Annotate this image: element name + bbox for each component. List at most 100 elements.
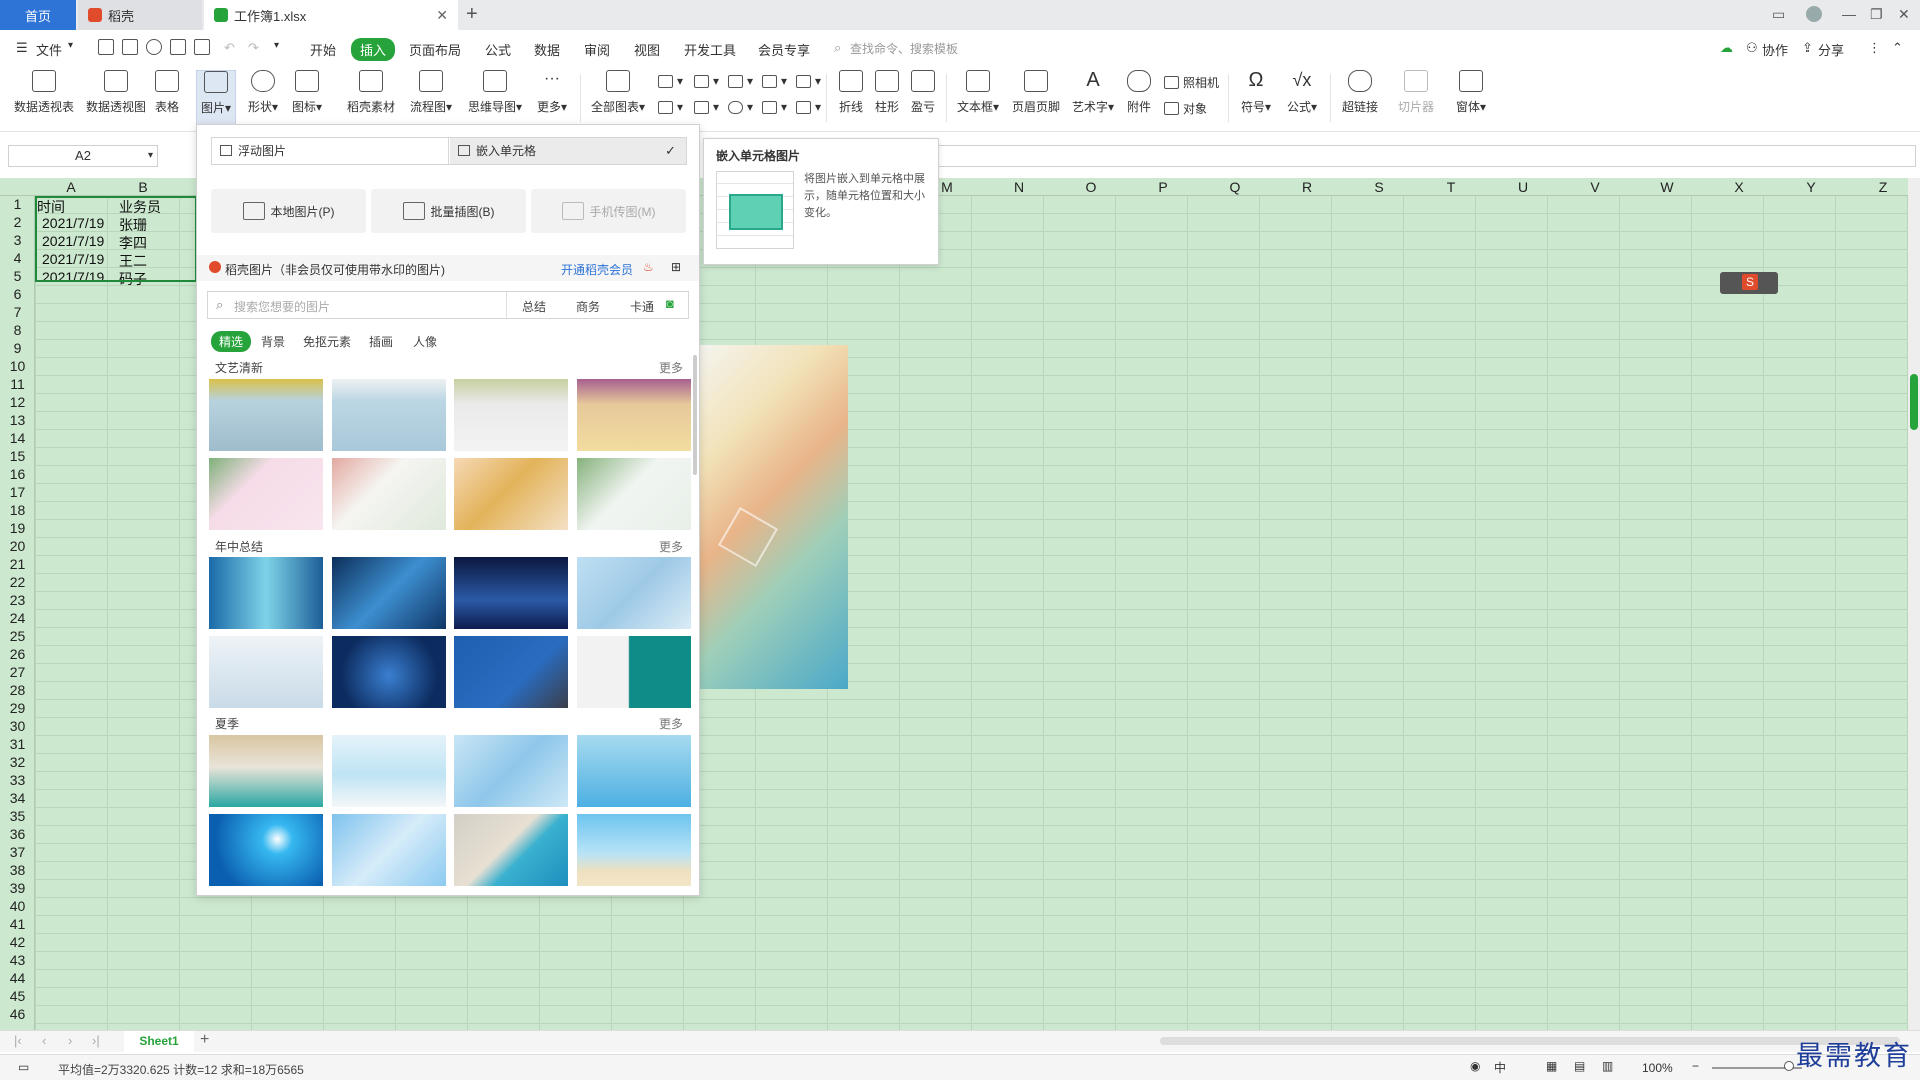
- prev-sheet-icon[interactable]: ‹: [42, 1033, 46, 1048]
- embed-cell-option[interactable]: 嵌入单元格 ✓: [450, 138, 686, 164]
- docer-material-button[interactable]: 稻壳素材: [346, 70, 396, 115]
- row-header[interactable]: 14: [0, 430, 35, 446]
- tab-workbook[interactable]: 工作簿1.xlsx ✕: [204, 0, 458, 30]
- picture-button[interactable]: 图片▾: [196, 70, 236, 126]
- form-button[interactable]: 窗体▾: [1452, 70, 1490, 115]
- row-header[interactable]: 28: [0, 682, 35, 698]
- row-header[interactable]: 20: [0, 538, 35, 554]
- row-header[interactable]: 44: [0, 970, 35, 986]
- share-button[interactable]: 分享: [1818, 40, 1844, 59]
- row-header[interactable]: 9: [0, 340, 35, 356]
- row-header[interactable]: 26: [0, 646, 35, 662]
- inserted-picture[interactable]: [700, 345, 848, 689]
- table-button[interactable]: 表格: [152, 70, 182, 115]
- row-header[interactable]: 11: [0, 376, 35, 392]
- picture-thumbnail[interactable]: [332, 636, 446, 708]
- ime-toolbar[interactable]: S: [1720, 272, 1778, 294]
- menu-home[interactable]: 开始: [310, 40, 336, 59]
- filter-portrait[interactable]: 人像: [413, 333, 437, 350]
- row-header[interactable]: 40: [0, 898, 35, 914]
- chevron-down-icon[interactable]: ▾: [148, 146, 153, 166]
- filter-cutout[interactable]: 免抠元素: [303, 333, 351, 350]
- column-header[interactable]: A: [35, 179, 107, 195]
- menu-developer[interactable]: 开发工具: [684, 40, 736, 59]
- vertical-scrollbar[interactable]: [1908, 178, 1920, 1030]
- area-chart-small-button[interactable]: ▾: [658, 100, 683, 114]
- sparkline-line-button[interactable]: 折线: [836, 70, 866, 115]
- row-header[interactable]: 3: [0, 232, 35, 248]
- scrollbar-thumb[interactable]: [1910, 374, 1918, 430]
- restore-icon[interactable]: ❐: [1870, 6, 1883, 23]
- picture-thumbnail[interactable]: [332, 458, 446, 530]
- new-file-icon[interactable]: [98, 39, 114, 55]
- save-icon[interactable]: [122, 39, 138, 55]
- line-chart-small-button[interactable]: ▾: [728, 74, 753, 88]
- mindmap-button[interactable]: 思维导图▾: [466, 70, 524, 115]
- column-header[interactable]: U: [1487, 179, 1559, 195]
- formula-button[interactable]: √x 公式▾: [1284, 70, 1320, 115]
- command-search-input[interactable]: 查找命令、搜索模板: [850, 40, 958, 57]
- next-sheet-icon[interactable]: ›: [68, 1033, 72, 1048]
- column-header[interactable]: Q: [1199, 179, 1271, 195]
- zoom-out-icon[interactable]: −: [1692, 1059, 1699, 1073]
- row-header[interactable]: 23: [0, 592, 35, 608]
- redo-icon[interactable]: ↷: [248, 40, 259, 56]
- picture-thumbnail[interactable]: [332, 557, 446, 629]
- flowchart-button[interactable]: 流程图▾: [408, 70, 454, 115]
- hamburger-icon[interactable]: ☰: [16, 40, 28, 56]
- row-header[interactable]: 27: [0, 664, 35, 680]
- stock-chart-small-button[interactable]: ▾: [796, 74, 821, 88]
- column-header[interactable]: O: [1055, 179, 1127, 195]
- picture-thumbnail[interactable]: [209, 557, 323, 629]
- picture-search-input[interactable]: 搜索您想要的图片: [234, 298, 330, 315]
- collapse-ribbon-icon[interactable]: ⌃: [1892, 40, 1903, 56]
- picture-thumbnail[interactable]: [454, 735, 568, 807]
- attachment-button[interactable]: 附件: [1124, 70, 1154, 115]
- column-header[interactable]: P: [1127, 179, 1199, 195]
- float-picture-option[interactable]: 浮动图片: [212, 138, 449, 164]
- menu-data[interactable]: 数据: [534, 40, 560, 59]
- eye-protect-icon[interactable]: ◉: [1470, 1059, 1480, 1073]
- stat-chart-small-button[interactable]: ▾: [694, 100, 719, 114]
- row-header[interactable]: 43: [0, 952, 35, 968]
- open-member-link[interactable]: 开通稻壳会员: [561, 261, 633, 278]
- search-cat-summary[interactable]: 总结: [522, 298, 546, 315]
- avatar[interactable]: [1806, 6, 1822, 22]
- collab-button[interactable]: 协作: [1762, 40, 1788, 59]
- pie-chart-small-button[interactable]: ▾: [728, 100, 753, 114]
- row-header[interactable]: 2: [0, 214, 35, 230]
- formula-input[interactable]: [938, 145, 1916, 167]
- row-header[interactable]: 37: [0, 844, 35, 860]
- row-header[interactable]: 17: [0, 484, 35, 500]
- more-options-icon[interactable]: ⋮: [1868, 40, 1881, 56]
- picture-thumbnail[interactable]: [332, 735, 446, 807]
- local-picture-button[interactable]: 本地图片(P): [211, 189, 366, 233]
- hyperlink-button[interactable]: 超链接: [1340, 70, 1380, 115]
- column-header[interactable]: T: [1415, 179, 1487, 195]
- picture-thumbnail[interactable]: [454, 636, 568, 708]
- row-header[interactable]: 22: [0, 574, 35, 590]
- grid-view-icon[interactable]: ⊞: [671, 260, 681, 274]
- row-header[interactable]: 45: [0, 988, 35, 1004]
- pivot-chart-button[interactable]: 数据透视图: [84, 70, 148, 115]
- row-header[interactable]: 24: [0, 610, 35, 626]
- row-header[interactable]: 41: [0, 916, 35, 932]
- row-header[interactable]: 38: [0, 862, 35, 878]
- column-header[interactable]: X: [1703, 179, 1775, 195]
- picture-thumbnail[interactable]: [209, 735, 323, 807]
- column-header[interactable]: Y: [1775, 179, 1847, 195]
- camera-search-icon[interactable]: ◙: [666, 296, 674, 311]
- header-footer-button[interactable]: 页眉页脚: [1010, 70, 1062, 115]
- menu-formulas[interactable]: 公式: [485, 40, 511, 59]
- picture-thumbnail[interactable]: [577, 636, 691, 708]
- format-painter-icon[interactable]: [146, 39, 162, 55]
- filter-illustration[interactable]: 插画: [369, 333, 393, 350]
- picture-thumbnail[interactable]: [577, 458, 691, 530]
- menu-insert[interactable]: 插入: [351, 38, 396, 61]
- row-header[interactable]: 18: [0, 502, 35, 518]
- picture-thumbnail[interactable]: [454, 379, 568, 451]
- sparkline-winloss-button[interactable]: 盈亏: [908, 70, 938, 115]
- symbol-button[interactable]: Ω 符号▾: [1238, 70, 1274, 115]
- scatter-chart-small-button[interactable]: ▾: [762, 100, 787, 114]
- column-header[interactable]: V: [1559, 179, 1631, 195]
